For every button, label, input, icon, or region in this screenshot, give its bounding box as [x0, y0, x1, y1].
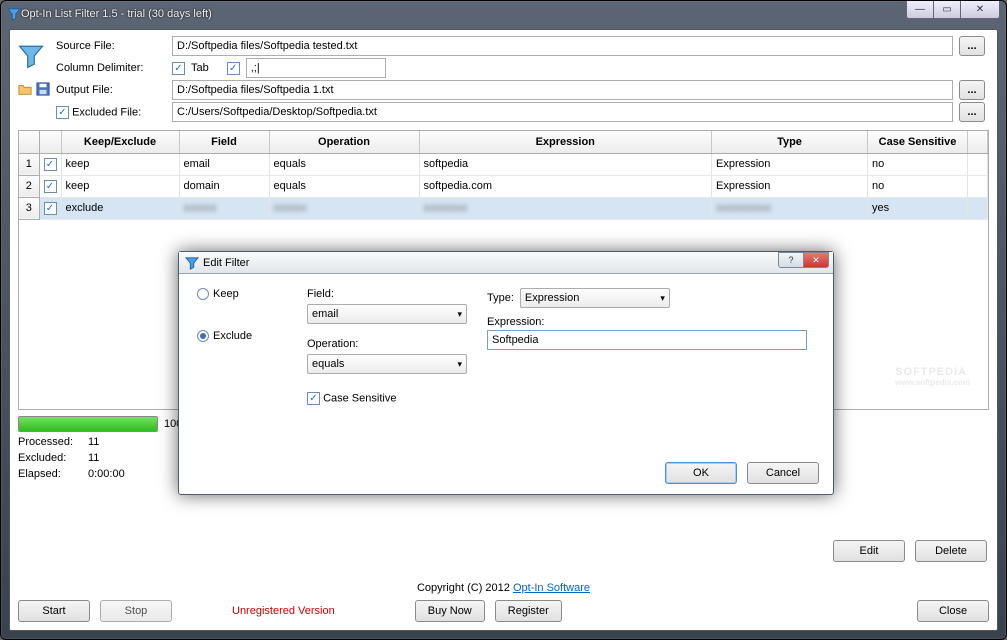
exclude-radio-label: Exclude — [213, 330, 252, 342]
table-row-selected[interactable]: 3 ✓ exclude xxxxxx xxxxxx xxxxxxxx xxxxx… — [19, 197, 988, 219]
keep-radio[interactable] — [197, 288, 209, 300]
row-enabled-checkbox[interactable]: ✓ — [44, 202, 57, 215]
delete-filter-button[interactable]: Delete — [915, 540, 987, 562]
excluded-file-input[interactable] — [172, 102, 953, 122]
col-operation[interactable]: Operation — [269, 131, 419, 153]
case-sensitive-checkbox[interactable]: ✓ — [307, 392, 320, 405]
row-enabled-checkbox[interactable]: ✓ — [44, 158, 57, 171]
close-window-button[interactable]: ✕ — [960, 1, 1000, 19]
col-keep[interactable]: Keep/Exclude — [61, 131, 179, 153]
keep-radio-label: Keep — [213, 288, 239, 300]
output-file-input[interactable] — [172, 80, 953, 100]
edit-filter-button[interactable]: Edit — [833, 540, 905, 562]
col-field[interactable]: Field — [179, 131, 269, 153]
output-file-label: Output File: — [56, 84, 166, 96]
expression-label: Expression: — [487, 316, 807, 328]
operation-label: Operation: — [307, 338, 467, 350]
app-icon — [7, 7, 21, 21]
tab-label: Tab — [191, 62, 209, 74]
browse-excluded-button[interactable]: ... — [959, 102, 985, 122]
dialog-help-button[interactable]: ? — [778, 252, 804, 268]
progress-bar — [18, 416, 158, 432]
field-dropdown[interactable]: email — [307, 304, 467, 324]
operation-dropdown[interactable]: equals — [307, 354, 467, 374]
tab-delimiter-checkbox[interactable]: ✓ — [172, 62, 185, 75]
dialog-close-button[interactable]: ✕ — [803, 252, 829, 268]
source-file-input[interactable] — [172, 36, 953, 56]
edit-filter-dialog: Edit Filter ? ✕ Keep Exclude Field: emai… — [178, 251, 834, 495]
browse-output-button[interactable]: ... — [959, 80, 985, 100]
register-button[interactable]: Register — [495, 600, 562, 622]
minimize-button[interactable]: — — [906, 1, 934, 19]
close-button[interactable]: Close — [917, 600, 989, 622]
excluded-file-checkbox[interactable]: ✓ — [56, 106, 69, 119]
open-icon[interactable] — [18, 82, 32, 98]
table-row[interactable]: 1 ✓ keep email equals softpedia Expressi… — [19, 153, 988, 175]
col-case[interactable]: Case Sensitive — [868, 131, 968, 153]
window-title: Opt-In List Filter 1.5 - trial (30 days … — [21, 8, 212, 20]
table-header-row: Keep/Exclude Field Operation Expression … — [19, 131, 988, 153]
optin-software-link[interactable]: Opt-In Software — [513, 582, 590, 594]
field-label: Field: — [307, 288, 467, 300]
titlebar[interactable]: Opt-In List Filter 1.5 - trial (30 days … — [1, 1, 1006, 27]
exclude-radio[interactable] — [197, 330, 209, 342]
expression-input[interactable] — [487, 330, 807, 350]
large-app-icon — [18, 43, 50, 72]
col-type[interactable]: Type — [712, 131, 868, 153]
maximize-button[interactable]: ▭ — [933, 1, 961, 19]
ok-button[interactable]: OK — [665, 462, 737, 484]
custom-delimiter-checkbox[interactable]: ✓ — [227, 62, 240, 75]
column-delimiter-label: Column Delimiter: — [56, 62, 166, 74]
dialog-titlebar[interactable]: Edit Filter ? ✕ — [179, 252, 833, 274]
col-expression[interactable]: Expression — [419, 131, 712, 153]
copyright: Copyright (C) 2012 Opt-In Software — [10, 582, 997, 594]
row-enabled-checkbox[interactable]: ✓ — [44, 180, 57, 193]
browse-source-button[interactable]: ... — [959, 36, 985, 56]
unregistered-label: Unregistered Version — [232, 605, 335, 617]
custom-delimiter-input[interactable] — [246, 58, 386, 78]
start-button[interactable]: Start — [18, 600, 90, 622]
type-dropdown[interactable]: Expression — [520, 288, 670, 308]
source-file-label: Source File: — [56, 40, 166, 52]
dialog-icon — [185, 256, 199, 270]
excluded-file-label: Excluded File: — [72, 106, 141, 118]
dialog-title: Edit Filter — [203, 257, 249, 269]
table-row[interactable]: 2 ✓ keep domain equals softpedia.com Exp… — [19, 175, 988, 197]
cancel-button[interactable]: Cancel — [747, 462, 819, 484]
buy-now-button[interactable]: Buy Now — [415, 600, 485, 622]
case-sensitive-label: Case Sensitive — [323, 392, 396, 404]
stop-button[interactable]: Stop — [100, 600, 172, 622]
type-label: Type: — [487, 292, 514, 304]
save-icon[interactable] — [36, 82, 50, 98]
softpedia-watermark: SOFTPEDIA www.softpedia.com — [895, 363, 970, 387]
